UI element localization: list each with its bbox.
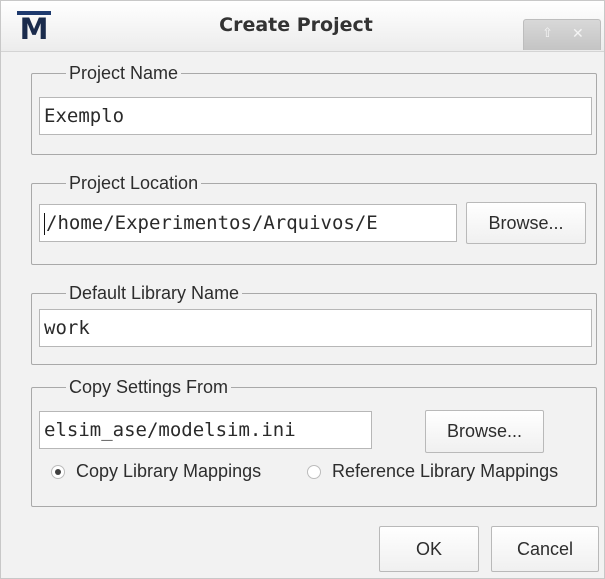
reference-library-mappings-radio[interactable] [307, 464, 321, 479]
project-name-value: Exemplo [44, 105, 125, 127]
copy-library-mappings-option[interactable]: Copy Library Mappings [51, 461, 261, 482]
cancel-button[interactable]: Cancel [491, 526, 599, 572]
copy-settings-value: elsim_ase/modelsim.ini [44, 419, 296, 441]
arrow-up-icon[interactable]: ⇧ [542, 26, 553, 41]
project-location-browse-button[interactable]: Browse... [466, 202, 586, 244]
project-location-input[interactable]: /home/Experimentos/Arquivos/E [39, 204, 457, 242]
logo-letter: M [19, 12, 49, 46]
text-caret [44, 212, 45, 235]
window-title: Create Project [219, 14, 373, 36]
project-location-label: Project Location [69, 173, 199, 193]
copy-settings-browse-button[interactable]: Browse... [425, 410, 544, 453]
copy-settings-label: Copy Settings From [69, 377, 229, 397]
copy-settings-input[interactable]: elsim_ase/modelsim.ini [39, 411, 372, 449]
copy-library-mappings-radio[interactable] [51, 464, 65, 479]
title-bar[interactable]: M Create Project ⇧ ✕ [1, 1, 604, 52]
default-library-value: work [44, 317, 90, 339]
default-library-input[interactable]: work [39, 309, 592, 347]
project-location-value: /home/Experimentos/Arquivos/E [46, 212, 378, 234]
reference-library-mappings-label: Reference Library Mappings [332, 461, 559, 481]
close-icon[interactable]: ✕ [572, 26, 584, 42]
project-name-input[interactable]: Exemplo [39, 97, 592, 135]
default-library-label: Default Library Name [69, 283, 240, 303]
ok-button[interactable]: OK [379, 526, 479, 572]
reference-library-mappings-option[interactable]: Reference Library Mappings [307, 461, 558, 482]
project-name-label: Project Name [69, 63, 179, 83]
create-project-dialog: M Create Project ⇧ ✕ Project Name Exempl… [0, 0, 605, 579]
app-logo-icon: M [17, 11, 51, 46]
window-controls: ⇧ ✕ [523, 19, 601, 50]
copy-library-mappings-label: Copy Library Mappings [76, 461, 262, 481]
